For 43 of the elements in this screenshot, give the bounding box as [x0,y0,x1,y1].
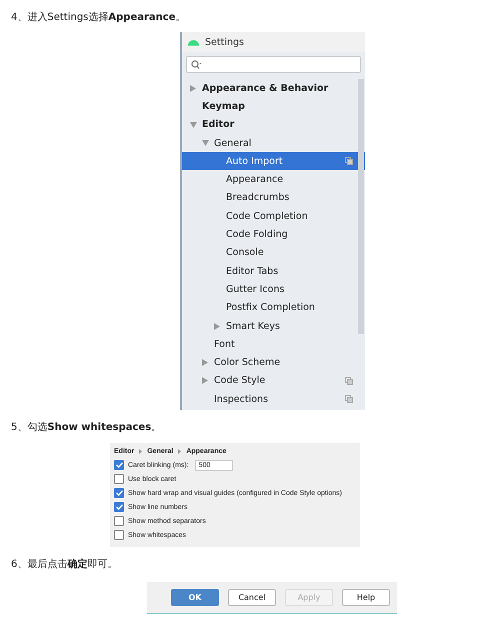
tree-item[interactable]: Breadcrumbs [182,188,365,208]
step-text: 4、进入Settings选择Appearance。 [10,10,186,25]
tree-item[interactable]: Appearance & Behavior [182,79,365,98]
checkbox[interactable] [114,460,124,470]
checkbox[interactable] [114,530,124,540]
chevron-icon [139,449,142,454]
expand-arrow-icon[interactable] [190,122,197,128]
step-text: 5、勾选Show whitespaces。 [10,420,162,435]
checkbox[interactable] [114,488,124,498]
tree-item[interactable]: Code Folding [182,225,365,244]
dialog-button[interactable]: Cancel [228,589,276,606]
expand-arrow-icon[interactable] [214,322,220,330]
tree-item[interactable]: Editor Tabs [182,262,365,280]
checkbox[interactable] [114,474,124,484]
expand-arrow-icon[interactable] [202,377,208,384]
android-icon [187,38,200,46]
dialog-button[interactable]: Help [342,589,390,606]
checkbox[interactable] [114,502,124,512]
tree-item[interactable]: Editor [182,116,365,134]
tree-item[interactable]: Color Scheme [182,353,365,372]
tree-item[interactable]: Keymap [182,97,365,116]
tree-item[interactable]: Appearance [182,170,365,189]
checkbox[interactable] [114,516,124,526]
expand-arrow-icon[interactable] [202,359,208,366]
search-icon [191,60,202,69]
tree-item[interactable]: Auto Import [182,152,365,170]
tree-item[interactable]: Console [182,244,365,262]
tree-item[interactable]: General [182,134,365,152]
tree-item[interactable]: Font [182,335,365,354]
tree-item[interactable]: Code Completion [182,207,365,226]
chevron-icon [178,449,182,454]
tree-item[interactable]: Gutter Icons [182,280,365,299]
dialog-button[interactable]: OK [171,589,219,606]
expand-arrow-icon[interactable] [202,140,209,146]
window-title: Settings [205,36,244,48]
tree-item[interactable]: Code Style [182,372,365,390]
expand-arrow-icon[interactable] [190,84,196,92]
tree-item[interactable]: Inspections [182,390,365,408]
tree-item[interactable]: Postfix Completion [182,298,365,317]
step-text: 6、最后点击确定即可。 [10,557,118,572]
scrollbar[interactable] [358,79,364,334]
tree-item[interactable]: Smart Keys [182,316,365,336]
search-field[interactable] [186,56,361,73]
